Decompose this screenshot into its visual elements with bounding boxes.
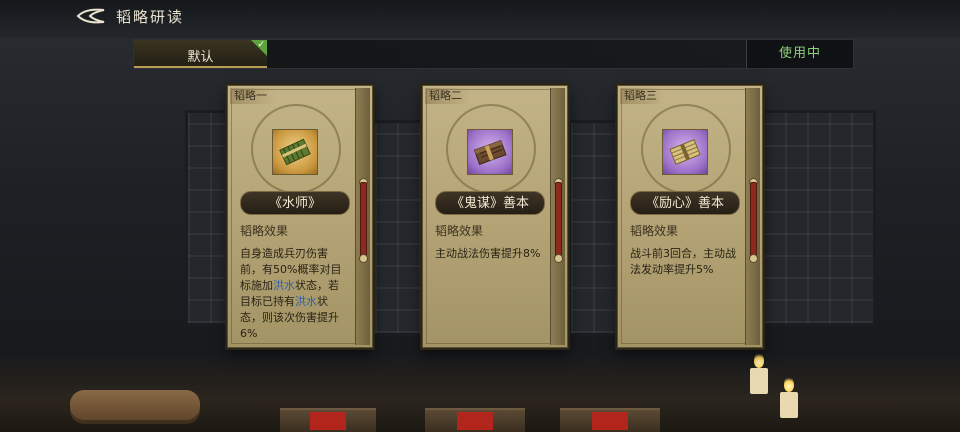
- card-tag: 韬略三: [620, 88, 665, 104]
- card-name: 《水师》: [268, 196, 321, 211]
- card-name-plate: 《水师》: [240, 191, 350, 215]
- candle: [780, 392, 798, 418]
- book-prop: [560, 408, 660, 432]
- card-name-plate: 《励心》善本: [630, 191, 740, 215]
- card-rail: [550, 88, 565, 345]
- in-use-label: 使用中: [778, 46, 821, 61]
- tab-default-label: 默认: [187, 50, 214, 65]
- card-name-plate: 《鬼谋》善本: [435, 191, 545, 215]
- card-tag: 韬略二: [425, 88, 470, 104]
- card-name: 《励心》善本: [645, 196, 724, 211]
- tab-bar: 默认 ✓ 使用中: [133, 39, 854, 69]
- effect-keyword: 洪水: [295, 295, 317, 308]
- effect-title: 韬略效果: [435, 224, 484, 238]
- strategy-card[interactable]: 韬略一 《水师》 韬略效果 自身造成兵刃伤害前，有50%概率对目标施加洪水状态，…: [227, 85, 373, 348]
- window-lattice: [760, 110, 876, 326]
- in-use-status: 使用中: [746, 40, 853, 68]
- book-prop: [280, 408, 376, 432]
- effect-text: 主动战法伤害提升8%: [435, 247, 541, 260]
- candle: [750, 368, 768, 394]
- header: 韬略研读: [0, 0, 960, 32]
- book-icon: [467, 129, 513, 175]
- strategy-card[interactable]: 韬略三 《励心》善本 韬略效果 战斗前3回合，主动战法发动率提升5%: [617, 85, 763, 348]
- effect-title: 韬略效果: [630, 224, 679, 238]
- strategy-card[interactable]: 韬略二 《鬼谋》善本 韬略效果 主动战法伤害提升8%: [422, 85, 568, 348]
- effect-keyword: 洪水: [273, 279, 295, 292]
- back-button[interactable]: [76, 6, 106, 26]
- effect-text: 自身造成兵刃伤害前，有50%概率对目标施加洪水状态，若目标已持有洪水状态，则该次…: [240, 246, 348, 342]
- card-rail: [745, 88, 760, 345]
- card-rail: [355, 88, 370, 345]
- checkmark-icon: ✓: [251, 40, 267, 56]
- back-arrow-icon: [76, 8, 105, 24]
- candle-flame: [784, 376, 794, 392]
- book-prop: [425, 408, 525, 432]
- bamboo-scroll-icon: [272, 129, 318, 175]
- scroll-prop: [70, 390, 200, 424]
- card-tag: 韬略一: [230, 88, 275, 104]
- tab-default[interactable]: 默认 ✓: [134, 40, 267, 68]
- candle-flame: [754, 352, 764, 368]
- card-name: 《鬼谋》善本: [450, 196, 529, 211]
- page-title: 韬略研读: [116, 8, 185, 26]
- effect-text: 战斗前3回合，主动战法发动率提升5%: [630, 247, 736, 276]
- book-icon: [662, 129, 708, 175]
- effect-title: 韬略效果: [240, 224, 289, 238]
